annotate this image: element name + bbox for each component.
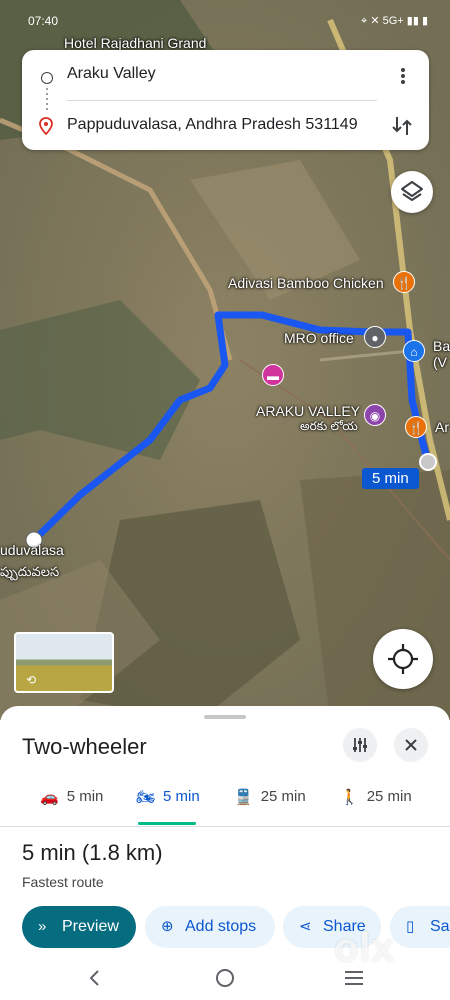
sheet-handle[interactable] bbox=[204, 715, 246, 719]
layers-icon bbox=[401, 181, 423, 201]
save-button[interactable]: ▯ Sa bbox=[390, 906, 450, 948]
network-label: 5G+ bbox=[382, 15, 404, 27]
car-icon: 🚗 bbox=[40, 789, 59, 807]
status-time: 07:40 bbox=[28, 14, 59, 28]
add-stops-button[interactable]: ⊕ Add stops bbox=[145, 906, 275, 948]
origin-row[interactable]: Araku Valley bbox=[22, 60, 429, 90]
olx-watermark: olx bbox=[334, 926, 395, 970]
map-label-mro[interactable]: MRO office bbox=[284, 330, 354, 346]
restaurant-icon[interactable]: 🍴 bbox=[405, 416, 427, 438]
sliders-icon bbox=[353, 738, 367, 752]
bank-icon[interactable]: ⌂ bbox=[403, 340, 425, 362]
swap-icon[interactable] bbox=[390, 114, 414, 138]
divider bbox=[0, 826, 450, 827]
layers-button[interactable] bbox=[391, 171, 433, 213]
location-icon: ⌖ bbox=[361, 15, 368, 27]
government-icon[interactable]: ● bbox=[364, 326, 386, 348]
origin-input[interactable]: Araku Valley bbox=[67, 65, 156, 83]
map-label-ar[interactable]: Ar bbox=[435, 419, 449, 435]
route-subtitle: Fastest route bbox=[22, 874, 104, 890]
destination-input[interactable]: Pappuduvalasa, Andhra Pradesh 531149 bbox=[67, 116, 358, 134]
map-label-pappuduvalasa-telugu: ప్పుదువలస bbox=[0, 564, 60, 579]
status-icons: ⌖ ✕ 5G+ ▮▮ ▮ bbox=[361, 14, 428, 28]
preview-button[interactable]: » Preview bbox=[22, 906, 136, 948]
hotel-icon[interactable]: ▬ bbox=[262, 364, 284, 386]
signal-icon: ▮▮ bbox=[406, 15, 419, 27]
status-bar: 07:40 ⌖ ✕ 5G+ ▮▮ ▮ bbox=[0, 14, 450, 32]
add-pin-icon: ⊕ bbox=[161, 918, 174, 935]
tab-walk-label: 25 min bbox=[366, 788, 412, 805]
recents-icon[interactable] bbox=[343, 969, 365, 987]
tab-transit-label: 25 min bbox=[260, 788, 306, 805]
active-tab-indicator bbox=[138, 822, 196, 825]
transit-icon: 🚆 bbox=[234, 789, 253, 807]
route-dots bbox=[46, 88, 48, 110]
route-summary: 5 min (1.8 km) bbox=[22, 840, 163, 865]
tab-transit[interactable]: 🚆 25 min bbox=[234, 788, 306, 812]
battery-icon: ▮ bbox=[421, 15, 428, 27]
tab-motorbike-label: 5 min bbox=[163, 788, 200, 805]
tab-car-label: 5 min bbox=[66, 788, 104, 805]
tab-walk[interactable]: 🚶 25 min bbox=[340, 788, 412, 812]
origin-marker bbox=[419, 453, 437, 471]
crosshair-icon bbox=[388, 644, 418, 674]
save-label: Sa bbox=[430, 918, 450, 935]
my-location-button[interactable] bbox=[373, 629, 433, 689]
home-icon[interactable] bbox=[214, 967, 236, 989]
back-icon[interactable] bbox=[86, 968, 104, 988]
map-label-v[interactable]: (V bbox=[433, 354, 447, 370]
street-view-icon: ⟲ bbox=[26, 673, 37, 687]
close-icon bbox=[405, 739, 417, 751]
map-label-araku-telugu: అరకు లోయ bbox=[300, 419, 358, 433]
origin-circle-icon bbox=[41, 72, 53, 84]
destination-pin-icon bbox=[39, 117, 53, 135]
add-stops-label: Add stops bbox=[185, 918, 257, 935]
camera-icon[interactable]: ◉ bbox=[364, 404, 386, 426]
mode-title: Two-wheeler bbox=[22, 734, 147, 759]
divider bbox=[67, 100, 377, 101]
map-label-hotel[interactable]: Hotel Rajadhani Grand bbox=[64, 35, 206, 51]
walk-icon: 🚶 bbox=[340, 789, 359, 807]
tab-motorbike[interactable]: 🏍 5 min bbox=[136, 788, 200, 812]
street-view-thumbnail[interactable]: ⟲ bbox=[14, 632, 114, 693]
mute-icon: ✕ bbox=[370, 15, 380, 27]
map-label-araku[interactable]: ARAKU VALLEY bbox=[256, 403, 360, 419]
map-label-pappuduvalasa[interactable]: uduvalasa bbox=[0, 542, 64, 558]
map-label-ba[interactable]: Ba bbox=[433, 338, 450, 354]
chevrons-right-icon: » bbox=[38, 918, 47, 935]
share-icon: ⋖ bbox=[299, 918, 312, 935]
more-options-icon[interactable] bbox=[395, 66, 411, 84]
directions-card: Araku Valley Pappuduvalasa, Andhra Prade… bbox=[22, 50, 429, 150]
preview-label: Preview bbox=[62, 918, 119, 935]
route-options-button[interactable] bbox=[343, 728, 377, 762]
bookmark-icon: ▯ bbox=[406, 918, 415, 935]
motorbike-icon: 🏍 bbox=[136, 789, 156, 807]
route-time-chip[interactable]: 5 min bbox=[362, 468, 419, 489]
map-label-adivasi[interactable]: Adivasi Bamboo Chicken bbox=[228, 275, 384, 291]
restaurant-icon[interactable]: 🍴 bbox=[393, 271, 415, 293]
destination-row[interactable]: Pappuduvalasa, Andhra Pradesh 531149 bbox=[22, 111, 429, 141]
close-button[interactable] bbox=[394, 728, 428, 762]
tab-car[interactable]: 🚗 5 min bbox=[40, 788, 103, 812]
